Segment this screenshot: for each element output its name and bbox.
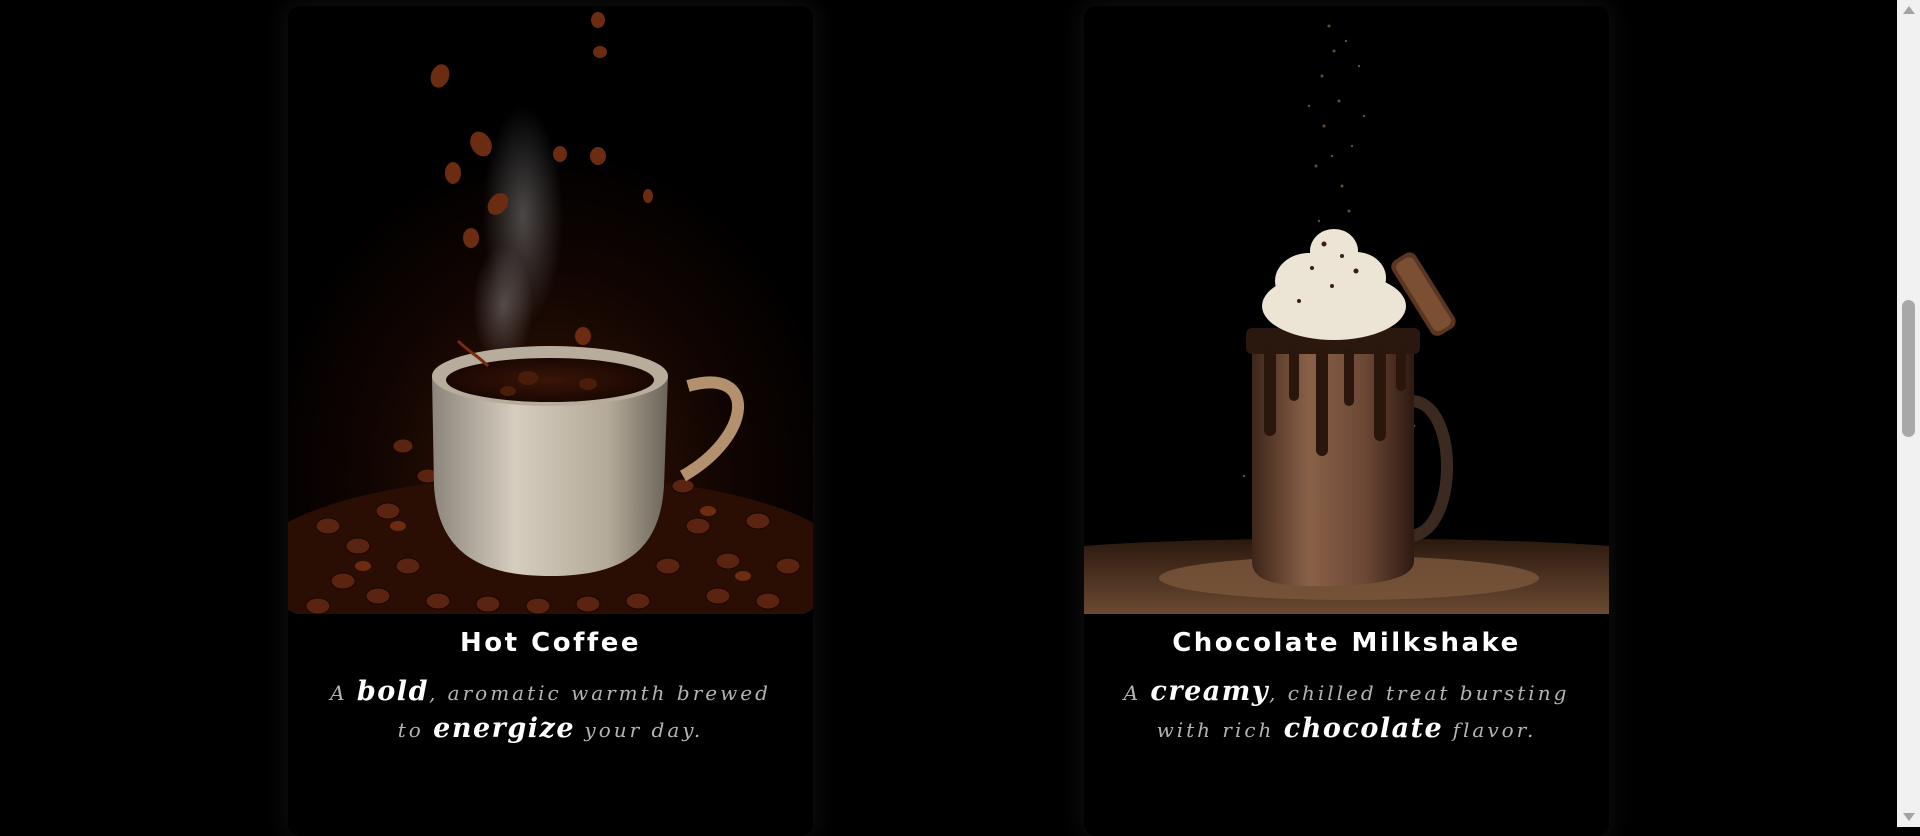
desc-emphasis: bold [356, 676, 429, 707]
menu-card-chocolate-milkshake[interactable]: Chocolate Milkshake A creamy, chilled tr… [1084, 6, 1609, 836]
desc-text: your day. [584, 718, 704, 742]
desc-emphasis: energize [433, 713, 576, 744]
desc-emphasis: chocolate [1283, 713, 1444, 744]
menu-section: Hot Coffee A bold, aromatic warmth brewe… [0, 0, 1897, 836]
coffee-cup-photo [288, 6, 813, 614]
desc-text: A [330, 681, 348, 705]
milkshake-photo [1084, 6, 1609, 614]
menu-card-hot-coffee[interactable]: Hot Coffee A bold, aromatic warmth brewe… [288, 6, 813, 836]
scroll-up-icon[interactable] [1903, 6, 1915, 14]
card-description: A bold, aromatic warmth brewed to energi… [318, 674, 783, 748]
card-title: Chocolate Milkshake [1172, 628, 1521, 658]
scroll-down-icon[interactable] [1903, 813, 1915, 821]
page-scrollbar[interactable] [1897, 0, 1920, 827]
card-title: Hot Coffee [460, 628, 641, 658]
desc-text: A [1123, 681, 1142, 705]
card-description: A creamy, chilled treat bursting with ri… [1114, 674, 1579, 748]
desc-emphasis: creamy [1150, 676, 1270, 707]
scrollbar-thumb[interactable] [1902, 300, 1915, 437]
desc-text: flavor. [1452, 718, 1537, 742]
